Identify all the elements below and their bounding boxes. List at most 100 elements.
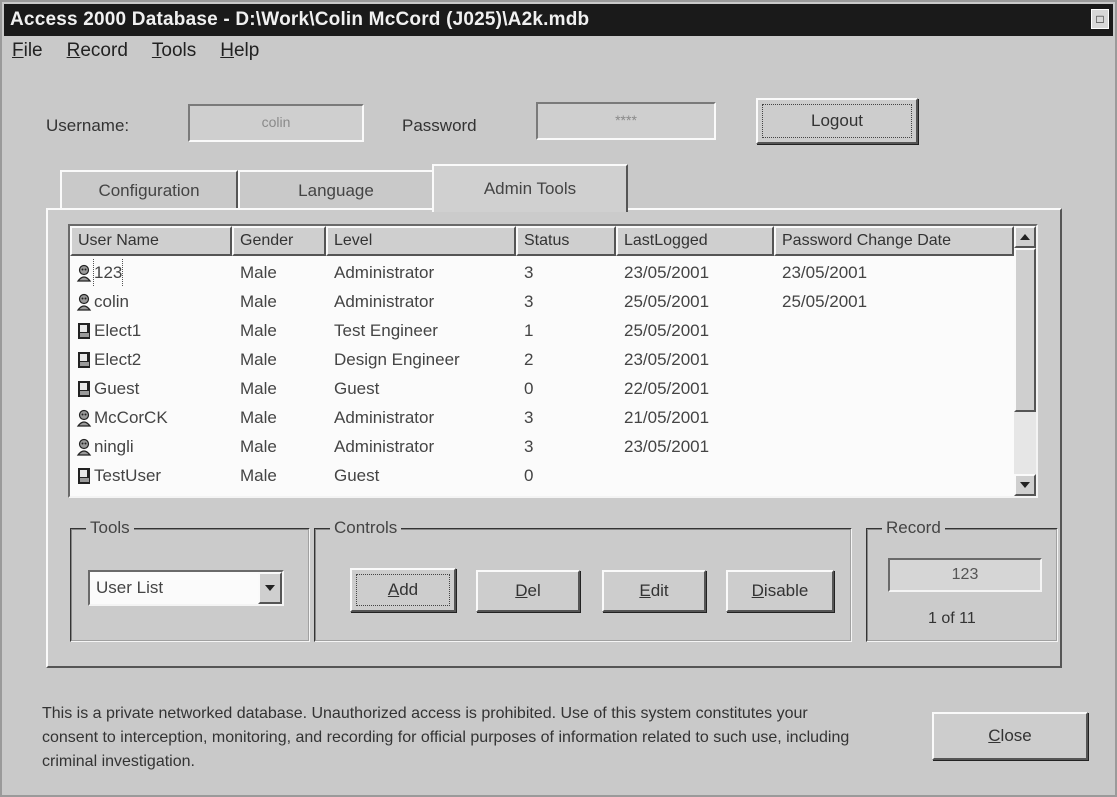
cell-status: 0 bbox=[524, 379, 534, 398]
user-icon bbox=[76, 380, 94, 398]
cell-status: 0 bbox=[524, 466, 534, 485]
cell-status: 3 bbox=[524, 437, 534, 456]
record-position: 1 of 11 bbox=[928, 610, 976, 627]
cell-user-name: 123 bbox=[70, 258, 232, 287]
user-list-view[interactable]: User Name Gender Level Status LastLogged… bbox=[68, 224, 1038, 498]
record-current-field: 123 bbox=[888, 558, 1042, 592]
cell-level: Guest bbox=[334, 466, 380, 485]
cell-level: Administrator bbox=[334, 292, 435, 311]
tools-select-value: User List bbox=[96, 578, 164, 597]
user-name-text: Elect1 bbox=[94, 321, 142, 340]
column-header-gender[interactable]: Gender bbox=[232, 226, 326, 256]
tab-configuration[interactable]: Configuration bbox=[60, 170, 238, 210]
cell-last-logged bbox=[616, 461, 774, 490]
table-row[interactable]: McCorCK Male Administrator 3 21/05/2001 bbox=[70, 403, 1018, 432]
chevron-down-icon[interactable] bbox=[258, 572, 282, 604]
cell-last-logged: 25/05/2001 bbox=[624, 292, 710, 311]
disable-button[interactable]: Disable bbox=[726, 570, 834, 612]
edit-button[interactable]: Edit bbox=[602, 570, 706, 612]
column-header-user-name[interactable]: User Name bbox=[70, 226, 232, 256]
cell-gender: Male bbox=[240, 263, 277, 282]
cell-password-change-date bbox=[774, 374, 1014, 403]
window-control-icon[interactable]: □ bbox=[1091, 9, 1109, 29]
cell-password-change-date bbox=[774, 461, 1014, 490]
scroll-up-icon[interactable] bbox=[1014, 226, 1036, 248]
cell-gender: Male bbox=[240, 350, 277, 369]
cell-level: Test Engineer bbox=[334, 321, 438, 340]
username-label: Username: bbox=[46, 116, 130, 135]
menu-help[interactable]: Help bbox=[220, 40, 259, 66]
disable-button-label: Disable bbox=[751, 581, 809, 600]
menu-tools[interactable]: Tools bbox=[152, 40, 196, 66]
list-header: User Name Gender Level Status LastLogged… bbox=[70, 226, 1014, 256]
cell-gender: Male bbox=[240, 437, 277, 456]
tab-admin-tools[interactable]: Admin Tools bbox=[432, 164, 628, 212]
cell-level: Administrator bbox=[334, 408, 435, 427]
table-row[interactable]: ningli Male Administrator 3 23/05/2001 bbox=[70, 432, 1018, 461]
user-icon bbox=[76, 467, 94, 485]
disclaimer-text: This is a private networked database. Un… bbox=[42, 705, 850, 770]
cell-user-name: TestUser bbox=[70, 461, 232, 490]
user-name-text: 123 bbox=[92, 258, 124, 287]
cell-user-name: McCorCK bbox=[70, 403, 232, 432]
menu-bar: File Record Tools Help bbox=[12, 40, 259, 66]
column-header-level[interactable]: Level bbox=[326, 226, 516, 256]
cell-status: 3 bbox=[524, 408, 534, 427]
menu-file[interactable]: File bbox=[12, 40, 43, 66]
scroll-down-icon[interactable] bbox=[1014, 474, 1036, 496]
cell-password-change-date bbox=[774, 432, 1014, 461]
cell-password-change-date bbox=[774, 345, 1014, 374]
tools-select[interactable]: User List bbox=[88, 570, 284, 606]
user-icon bbox=[76, 351, 94, 369]
cell-user-name: Guest bbox=[70, 374, 232, 403]
cell-password-change-date: 23/05/2001 bbox=[782, 263, 868, 282]
menu-record[interactable]: Record bbox=[67, 40, 128, 66]
table-row[interactable]: Guest Male Guest 0 22/05/2001 bbox=[70, 374, 1018, 403]
cell-last-logged: 22/05/2001 bbox=[624, 379, 710, 398]
cell-last-logged: 23/05/2001 bbox=[624, 350, 710, 369]
user-name-text: ningli bbox=[94, 437, 134, 456]
cell-password-change-date bbox=[774, 316, 1014, 345]
column-header-last-logged[interactable]: LastLogged bbox=[616, 226, 774, 256]
logout-button[interactable]: Logout bbox=[756, 98, 918, 144]
edit-button-label: Edit bbox=[639, 581, 669, 600]
delete-button-label: Del bbox=[515, 581, 541, 600]
cell-last-logged: 21/05/2001 bbox=[624, 408, 710, 427]
table-row[interactable]: colin Male Administrator 3 25/05/2001 25/05/2… bbox=[70, 287, 1018, 316]
vertical-scrollbar[interactable] bbox=[1014, 226, 1036, 496]
close-button-label: Close bbox=[988, 726, 1032, 745]
tools-group-title: Tools bbox=[86, 518, 134, 538]
delete-button[interactable]: Del bbox=[476, 570, 580, 612]
controls-group-title: Controls bbox=[330, 518, 402, 538]
list-body: 123 Male Administrator 3 23/05/2001 23/05/200… bbox=[70, 258, 1018, 490]
cell-status: 1 bbox=[524, 321, 534, 340]
cell-gender: Male bbox=[240, 292, 277, 311]
cell-user-name: Elect1 bbox=[70, 316, 232, 345]
cell-password-change-date bbox=[774, 403, 1014, 432]
add-button-label: Add bbox=[387, 580, 419, 599]
add-button[interactable]: Add bbox=[350, 568, 456, 612]
column-header-status[interactable]: Status bbox=[516, 226, 616, 256]
cell-last-logged: 23/05/2001 bbox=[624, 263, 710, 282]
table-row[interactable]: TestUser Male Guest 0 bbox=[70, 461, 1018, 490]
column-header-password-change-date[interactable]: Password Change Date bbox=[774, 226, 1014, 256]
table-row[interactable]: Elect1 Male Test Engineer 1 25/05/2001 bbox=[70, 316, 1018, 345]
logout-button-label: Logout bbox=[811, 111, 863, 130]
cell-status: 2 bbox=[524, 350, 534, 369]
password-field[interactable]: **** bbox=[536, 102, 716, 140]
cell-gender: Male bbox=[240, 408, 277, 427]
user-name-text: TestUser bbox=[94, 466, 162, 485]
table-row[interactable]: 123 Male Administrator 3 23/05/2001 23/05/200… bbox=[70, 258, 1018, 287]
title-bar[interactable]: Access 2000 Database - D:\Work\Colin McC… bbox=[4, 4, 1113, 36]
username-field[interactable]: colin bbox=[188, 104, 364, 142]
cell-gender: Male bbox=[240, 321, 277, 340]
table-row[interactable]: Elect2 Male Design Engineer 2 23/05/2001 bbox=[70, 345, 1018, 374]
cell-user-name: Elect2 bbox=[70, 345, 232, 374]
cell-user-name: ningli bbox=[70, 432, 232, 461]
cell-password-change-date: 25/05/2001 bbox=[782, 292, 868, 311]
scroll-thumb[interactable] bbox=[1014, 248, 1036, 412]
cell-last-logged: 23/05/2001 bbox=[624, 437, 710, 456]
tab-language[interactable]: Language bbox=[238, 170, 434, 210]
cell-status: 3 bbox=[524, 292, 534, 311]
close-button[interactable]: Close bbox=[932, 712, 1088, 760]
